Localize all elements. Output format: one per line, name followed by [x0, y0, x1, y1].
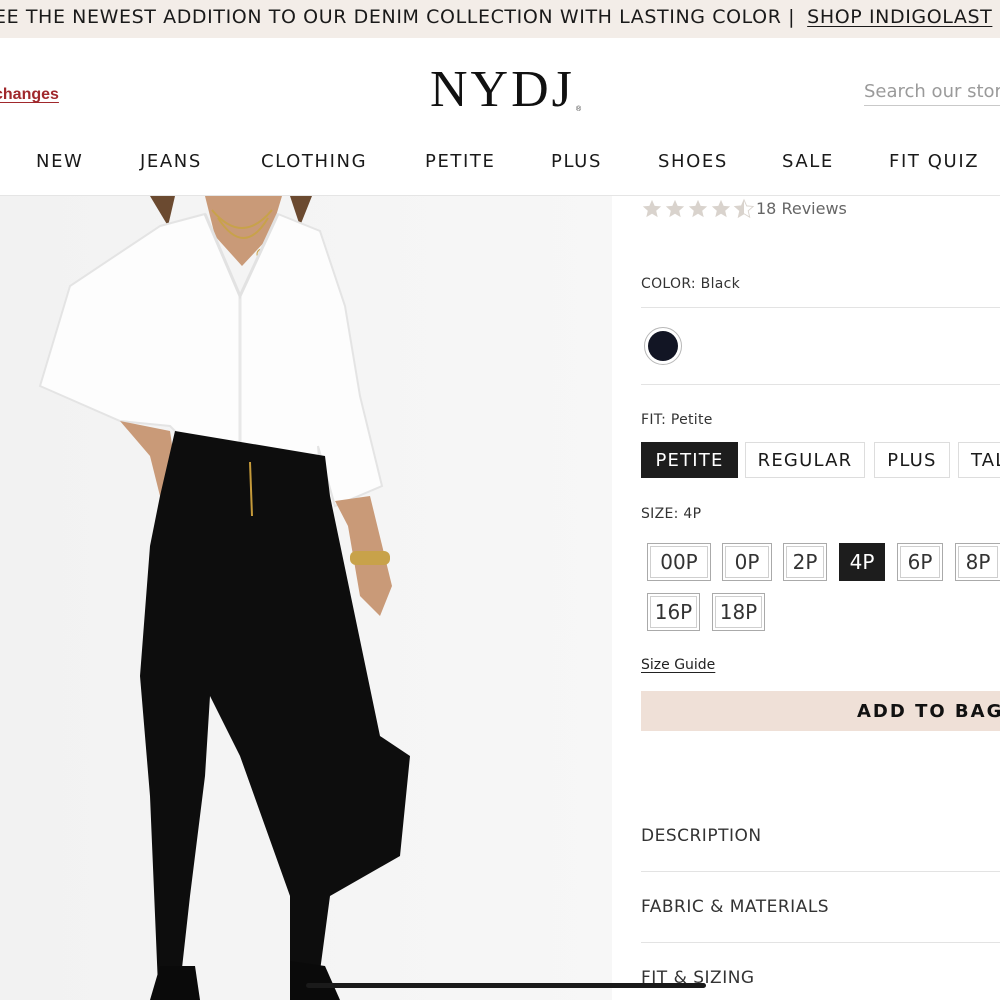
- size-option-0p[interactable]: 0P: [722, 543, 772, 581]
- registered-mark: ®: [576, 106, 582, 113]
- announcement-content: EE THE NEWEST ADDITION TO OUR DENIM COLL…: [0, 6, 992, 28]
- star-icon: [711, 199, 731, 218]
- product-image[interactable]: [0, 196, 612, 1000]
- divider: [641, 942, 1000, 943]
- fit-option-plus[interactable]: PLUS: [874, 442, 950, 478]
- color-label: COLOR: Black: [641, 276, 741, 292]
- search-input[interactable]: [864, 78, 1000, 105]
- site-logo[interactable]: NYDJ: [430, 60, 575, 119]
- nav-item-shoes[interactable]: SHOES: [658, 151, 728, 172]
- nav-item-plus[interactable]: PLUS: [551, 151, 602, 172]
- accordion-fabric-materials[interactable]: FABRIC & MATERIALS: [641, 897, 1000, 917]
- fit-label: FIT: Petite: [641, 412, 713, 428]
- size-label: SIZE: 4P: [641, 506, 702, 522]
- size-option-6p[interactable]: 6P: [897, 543, 943, 581]
- rating-stars[interactable]: [641, 196, 756, 222]
- fit-option-regular[interactable]: REGULAR: [745, 442, 865, 478]
- accordion-description[interactable]: DESCRIPTION: [641, 826, 1000, 846]
- size-option-18p[interactable]: 18P: [712, 593, 765, 631]
- reviews-link[interactable]: 18 Reviews: [756, 199, 847, 218]
- search-box[interactable]: [864, 78, 1000, 106]
- nav-item-jeans[interactable]: JEANS: [140, 151, 202, 172]
- color-swatch-black[interactable]: [644, 327, 682, 365]
- fit-option-tall[interactable]: TALL: [958, 442, 1000, 478]
- model-illustration: [0, 196, 612, 1000]
- divider: [641, 384, 1000, 385]
- size-option-4p[interactable]: 4P: [839, 543, 885, 581]
- nav-item-sale[interactable]: SALE: [782, 151, 834, 172]
- site-header: changes NYDJ ®: [0, 38, 1000, 142]
- size-option-8p[interactable]: 8P: [955, 543, 1000, 581]
- nav-item-petite[interactable]: PETITE: [425, 151, 496, 172]
- nav-item-clothing[interactable]: CLOTHING: [261, 151, 367, 172]
- star-icon: [642, 199, 662, 218]
- fit-option-petite[interactable]: PETITE: [641, 442, 738, 478]
- size-option-16p[interactable]: 16P: [647, 593, 700, 631]
- star-icon: [665, 199, 685, 218]
- exchanges-link[interactable]: changes: [0, 86, 59, 104]
- nav-item-fit-quiz[interactable]: FIT QUIZ: [889, 151, 979, 172]
- nav-item-new[interactable]: NEW: [36, 151, 83, 172]
- size-option-2p[interactable]: 2P: [783, 543, 827, 581]
- add-to-bag-button[interactable]: ADD TO BAG: [641, 691, 1000, 731]
- announcement-text: EE THE NEWEST ADDITION TO OUR DENIM COLL…: [0, 6, 796, 28]
- announcement-link[interactable]: SHOP INDIGOLAST: [807, 6, 992, 28]
- divider: [641, 871, 1000, 872]
- announcement-bar: EE THE NEWEST ADDITION TO OUR DENIM COLL…: [0, 0, 1000, 38]
- scroll-indicator[interactable]: [306, 983, 706, 988]
- star-icon: [688, 199, 708, 218]
- divider: [641, 307, 1000, 308]
- size-option-00p[interactable]: 00P: [647, 543, 711, 581]
- star-half-icon: [733, 198, 755, 219]
- size-guide-link[interactable]: Size Guide: [641, 657, 715, 673]
- swatch-fill: [648, 331, 678, 361]
- main-nav: NEW JEANS CLOTHING PETITE PLUS SHOES SAL…: [0, 142, 1000, 196]
- product-details: 18 Reviews COLOR: Black FIT: Petite PETI…: [612, 196, 1000, 1000]
